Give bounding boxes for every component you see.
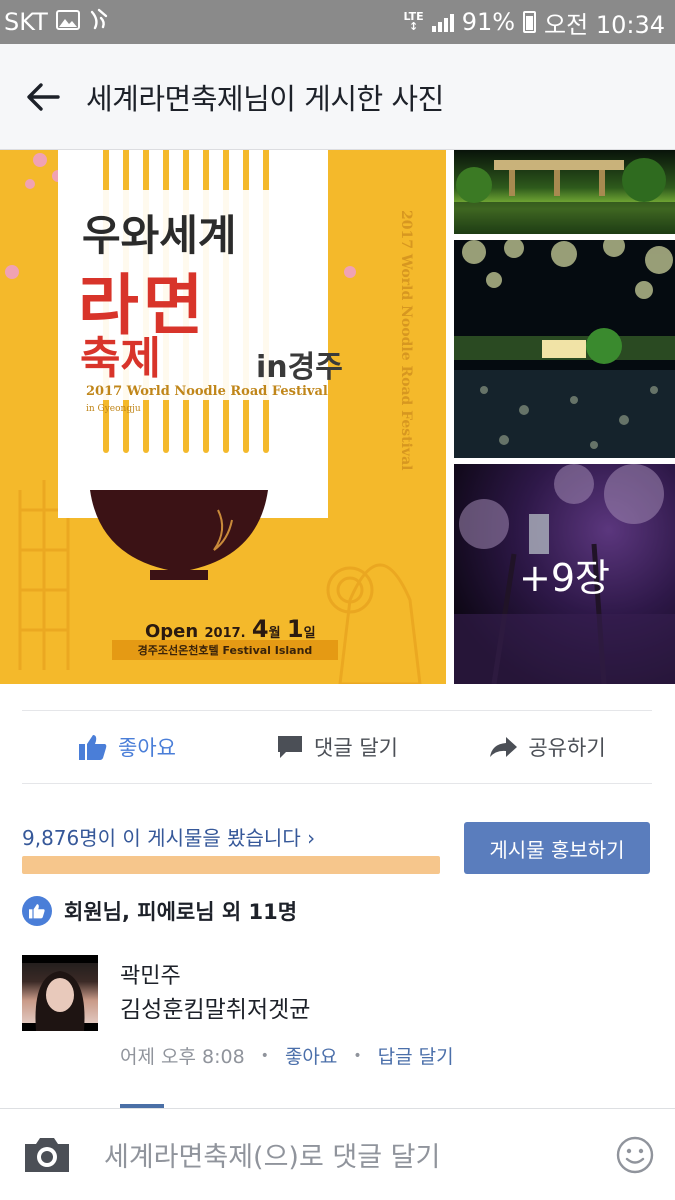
avatar[interactable]: [22, 955, 98, 1031]
clock: 오전 10:34: [544, 10, 665, 39]
pavilion-scene: [454, 158, 675, 234]
share-button[interactable]: 공유하기: [442, 732, 652, 762]
comment-author[interactable]: 곽민주: [120, 958, 181, 990]
share-icon: [490, 737, 518, 757]
poster-side-text: 2017 World Noodle Road Festival: [398, 210, 414, 471]
comment-button-label: 댓글 달기: [314, 736, 398, 760]
boost-post-button[interactable]: 게시물 홍보하기: [464, 822, 650, 874]
share-button-label: 공유하기: [528, 736, 606, 760]
gesture-icon: [88, 8, 110, 36]
camera-button[interactable]: [0, 1136, 94, 1174]
battery-percent: 91%: [461, 8, 516, 36]
poster-open-date: Open 2017. 4월 1일: [145, 615, 316, 643]
comment-timestamp: 어제 오후 8:08: [120, 1046, 245, 1068]
reach-progress-bar: [22, 856, 440, 874]
smiley-icon: [616, 1136, 654, 1173]
poster-english-title: 2017 World Noodle Road Festival: [86, 384, 328, 399]
carrier-label: SKT: [4, 8, 48, 36]
battery-icon: [523, 11, 537, 33]
poster-english-subtitle: in Gyeongju: [86, 404, 141, 414]
status-bar: SKT LTE ↕ 91% 오전 10:34: [0, 0, 675, 44]
comment-meta: 어제 오후 8:08 • 좋아요 • 답글 달기: [120, 1042, 454, 1069]
thumbs-up-icon: [79, 735, 107, 760]
poster-title-line3: 축제: [80, 333, 161, 384]
separator-dot: •: [353, 1047, 362, 1064]
like-badge-icon: [22, 896, 52, 926]
comment-button[interactable]: 댓글 달기: [232, 732, 442, 762]
photo-thumbnail-pavilion[interactable]: [454, 150, 675, 234]
back-arrow-icon[interactable]: [26, 82, 60, 112]
like-button[interactable]: 좋아요: [22, 732, 232, 762]
comment-like-link[interactable]: 좋아요: [285, 1042, 337, 1069]
festival-poster-photo[interactable]: 우와세계 라면 축제 in경주 2017 World Noodle Road F…: [0, 150, 446, 684]
comment-text: 김성훈킴말취저겟균: [120, 997, 311, 1023]
noodle-bowl-illustration: [90, 490, 268, 580]
app-header: 세계라면축제님이 게시한 사진: [0, 44, 675, 150]
lte-indicator: LTE ↕: [403, 10, 424, 33]
comment-input[interactable]: 세계라면축제(으)로 댓글 달기: [94, 1135, 595, 1174]
post-reach-link[interactable]: 9,876명이 이 게시물을 봤습니다 ›: [22, 822, 315, 851]
separator-dot: •: [260, 1047, 269, 1064]
comment-icon: [278, 736, 303, 758]
like-button-label: 좋아요: [118, 736, 176, 760]
camera-icon: [25, 1137, 69, 1172]
poster-venue: 경주조선온천호텔 Festival Island: [112, 640, 338, 660]
likes-summary-text: 회원님, 피에로님 외 11명: [64, 900, 298, 924]
comment-reply-link[interactable]: 답글 달기: [378, 1042, 454, 1069]
photo-thumbnail-more[interactable]: +9장: [454, 464, 675, 684]
post-action-bar: 좋아요 댓글 달기 공유하기: [22, 710, 652, 784]
photo-thumbnail-night-pond[interactable]: [454, 240, 675, 458]
image-icon: [55, 8, 80, 36]
page-title: 세계라면축제님이 게시한 사진: [86, 81, 444, 116]
back-button[interactable]: [0, 44, 86, 150]
photo-grid: 우와세계 라면 축제 in경주 2017 World Noodle Road F…: [0, 150, 675, 684]
poster-title-suffix: in경주: [256, 350, 343, 385]
night-pond-scene: [454, 240, 675, 458]
comment-composer: 세계라면축제(으)로 댓글 달기: [0, 1108, 675, 1200]
likes-summary[interactable]: 회원님, 피에로님 외 11명: [22, 896, 297, 926]
signal-icon: [431, 12, 454, 32]
sticker-button[interactable]: [595, 1135, 675, 1175]
more-photos-count[interactable]: +9장: [454, 464, 675, 684]
